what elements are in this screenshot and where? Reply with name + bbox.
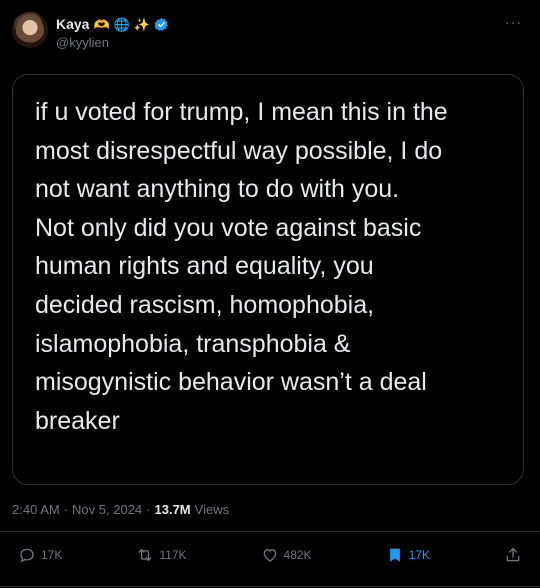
handle[interactable]: @kyylien bbox=[56, 35, 109, 50]
bookmark-count: 17K bbox=[408, 548, 430, 562]
timestamp[interactable]: 2:40 AM bbox=[12, 502, 60, 517]
like-button[interactable]: 482K bbox=[261, 546, 312, 564]
action-bar: 17K 117K 482K 17K bbox=[18, 540, 522, 570]
date[interactable]: Nov 5, 2024 bbox=[72, 502, 142, 517]
separator: · bbox=[146, 502, 151, 517]
display-name[interactable]: Kaya bbox=[56, 16, 89, 32]
views-count: 13.7M bbox=[154, 502, 191, 517]
tweet-header: Kaya 🫶 🌐 ✨ @kyylien ··· bbox=[12, 12, 528, 52]
heart-hands-icon: 🫶 bbox=[93, 16, 110, 32]
more-options-icon[interactable]: ··· bbox=[505, 14, 522, 30]
name-row: Kaya 🫶 🌐 ✨ bbox=[56, 15, 169, 33]
views-label: Views bbox=[194, 502, 230, 517]
tweet-meta: 2:40 AM · Nov 5, 2024 · 13.7M Views bbox=[12, 502, 229, 517]
reply-count: 17K bbox=[41, 548, 63, 562]
repost-button[interactable]: 117K bbox=[136, 546, 187, 564]
heart-icon bbox=[263, 549, 276, 562]
reply-icon bbox=[20, 548, 34, 563]
separator: · bbox=[63, 502, 69, 517]
like-count: 482K bbox=[283, 548, 312, 562]
bookmark-icon bbox=[389, 548, 400, 562]
text-image-card: if u voted for trump, I mean this in the… bbox=[12, 74, 524, 485]
tweet-text: if u voted for trump, I mean this in the… bbox=[35, 98, 448, 435]
sparkles-icon: ✨ bbox=[133, 16, 151, 32]
globe-icon: 🌐 bbox=[113, 16, 130, 32]
verified-badge-icon bbox=[154, 17, 168, 31]
repost-count: 117K bbox=[159, 548, 187, 562]
share-button[interactable] bbox=[504, 546, 522, 564]
avatar[interactable] bbox=[12, 12, 48, 48]
divider bbox=[0, 531, 540, 532]
bookmark-button[interactable]: 17K bbox=[386, 546, 430, 564]
repost-icon bbox=[139, 549, 152, 561]
share-icon bbox=[506, 547, 520, 562]
divider bbox=[0, 586, 540, 587]
reply-button[interactable]: 17K bbox=[18, 546, 62, 564]
